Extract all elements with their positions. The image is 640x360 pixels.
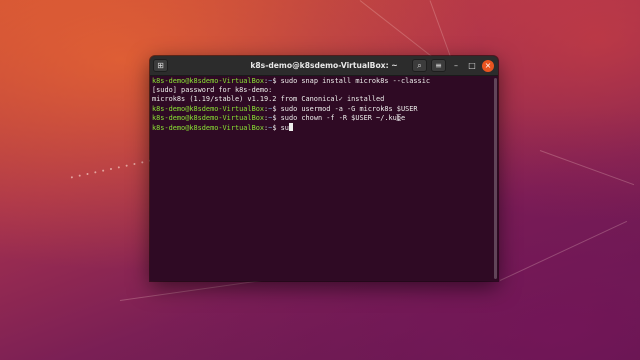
prompt-symbol: $ (272, 104, 281, 113)
close-button[interactable]: × (482, 59, 494, 72)
wallpaper-line (499, 220, 628, 281)
maximize-button[interactable]: □ (466, 60, 478, 72)
search-button[interactable]: ⌕ (412, 59, 427, 72)
command-text: sudo snap install microk8s --classic (280, 77, 430, 85)
titlebar[interactable]: ⊞ k8s-demo@k8sdemo-VirtualBox: ~ ⌕ ≡ – □… (150, 56, 498, 76)
prompt-symbol: $ (272, 123, 281, 132)
terminal-command-line: k8s-demo@k8sdemo-VirtualBox:~$ sudo user… (152, 105, 490, 114)
terminal-command-line: k8s-demo@k8sdemo-VirtualBox:~$ su (152, 122, 490, 132)
output-text: microk8s (1.19/stable) v1.19.2 from Cano… (152, 95, 385, 104)
prompt-user: k8s-demo@k8sdemo-VirtualBox (152, 77, 265, 85)
scrollbar[interactable] (494, 78, 497, 279)
close-icon: × (484, 61, 492, 70)
hamburger-menu-icon: ≡ (435, 61, 442, 70)
wallpaper-line (539, 150, 635, 186)
command-text: sudo usermod -a -G microk8s $USER (280, 104, 418, 113)
prompt-user: k8s-demo@k8sdemo-VirtualBox (152, 123, 265, 132)
terminal-output-line: microk8s (1.19/stable) v1.19.2 from Cano… (152, 95, 490, 104)
terminal-output[interactable]: k8s-demo@k8sdemo-VirtualBox:~$ sudo snap… (150, 76, 492, 281)
prompt-user: k8s-demo@k8sdemo-VirtualBox (152, 113, 265, 122)
prompt-symbol: $ (272, 77, 281, 85)
command-text: su (280, 123, 289, 132)
minimize-icon: – (454, 61, 458, 70)
prompt-symbol: $ (272, 113, 281, 122)
search-icon: ⌕ (417, 60, 422, 70)
scrollbar-thumb[interactable] (494, 78, 497, 279)
prompt-user: k8s-demo@k8sdemo-VirtualBox (152, 104, 265, 113)
wallpaper-dots (70, 159, 152, 179)
terminal-output-line: [sudo] password for k8s-demo: (152, 86, 490, 95)
maximize-icon: □ (468, 61, 476, 70)
text-cursor-icon: ⌶ (396, 114, 402, 124)
terminal-window: ⊞ k8s-demo@k8sdemo-VirtualBox: ~ ⌕ ≡ – □… (150, 56, 498, 281)
terminal-cursor (288, 122, 293, 131)
terminal-command-line: k8s-demo@k8sdemo-VirtualBox:~$ sudo chow… (152, 114, 490, 123)
minimize-button[interactable]: – (450, 60, 462, 72)
new-tab-icon: ⊞ (157, 61, 164, 70)
new-tab-button[interactable]: ⊞ (153, 59, 168, 72)
terminal-command-line: k8s-demo@k8sdemo-VirtualBox:~$ sudo snap… (152, 77, 490, 86)
output-text: [sudo] password for k8s-demo: (152, 86, 273, 95)
menu-button[interactable]: ≡ (431, 59, 446, 72)
command-text: sudo chown -f -R $USER ~/.kube (280, 113, 406, 122)
